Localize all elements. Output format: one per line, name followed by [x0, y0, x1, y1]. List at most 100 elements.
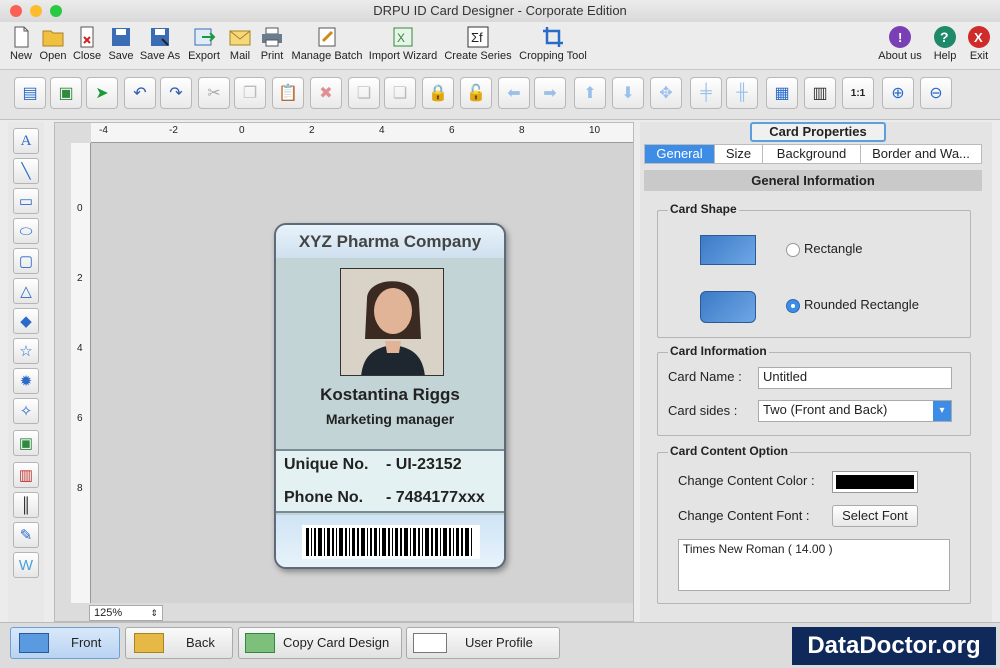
card-sides-select[interactable]: Two (Front and Back) ▾ — [758, 400, 952, 422]
bring-front-button[interactable]: ❏ — [348, 77, 380, 109]
grid-icon: ▦ — [774, 85, 790, 102]
triangle-tool[interactable]: △ — [13, 278, 39, 304]
diamond-tool[interactable]: ◆ — [13, 308, 39, 334]
properties-button[interactable]: ▤ — [14, 77, 46, 109]
star-tool[interactable]: ☆ — [13, 338, 39, 364]
section-heading: General Information — [644, 170, 982, 191]
save-button[interactable]: Save — [106, 22, 136, 70]
save-as-button[interactable]: Save As — [138, 22, 182, 70]
tab-general[interactable]: General — [645, 145, 715, 163]
barcode-tool[interactable]: ║ — [13, 492, 39, 518]
export-button[interactable]: Export — [186, 22, 222, 70]
tab-border[interactable]: Border and Wa... — [861, 145, 981, 163]
import-wizard-button[interactable]: X Import Wizard — [368, 22, 438, 70]
align-horizontal-button[interactable]: ╪ — [690, 77, 722, 109]
panel-title: Card Properties — [750, 122, 886, 142]
employee-name[interactable]: Kostantina Riggs — [276, 385, 504, 405]
mail-button[interactable]: Mail — [226, 22, 254, 70]
help-button[interactable]: ? Help — [930, 22, 960, 70]
close-window-button[interactable] — [10, 5, 22, 17]
tab-size[interactable]: Size — [715, 145, 763, 163]
front-card-icon — [19, 633, 49, 653]
employee-title[interactable]: Marketing manager — [276, 411, 504, 427]
four-point-star-tool[interactable]: ✧ — [13, 398, 39, 424]
paste-button[interactable]: 📋 — [272, 77, 304, 109]
move-down-button[interactable]: ⬇ — [612, 77, 644, 109]
cropping-tool-button[interactable]: Cropping Tool — [516, 22, 590, 70]
mail-icon — [229, 30, 251, 46]
radio-rounded-rectangle[interactable] — [786, 298, 800, 313]
about-us-button[interactable]: ! About us — [874, 22, 926, 70]
back-button[interactable]: Back — [125, 627, 233, 659]
new-button[interactable]: New — [6, 22, 36, 70]
ruler-v-label: 8 — [77, 483, 83, 494]
exit-button[interactable]: X Exit — [964, 22, 994, 70]
open-button[interactable]: Open — [38, 22, 68, 70]
cut-button[interactable]: ✂ — [198, 77, 230, 109]
close-button[interactable]: Close — [72, 22, 102, 70]
content-color-swatch[interactable] — [832, 471, 918, 493]
card-information-group: Card Information Card Name : Untitled Ca… — [657, 344, 971, 436]
lock-button[interactable]: 🔒 — [422, 77, 454, 109]
card-name-input[interactable]: Untitled — [758, 367, 952, 389]
line-tool[interactable]: ╲ — [13, 158, 39, 184]
ruler-button[interactable]: ▥ — [804, 77, 836, 109]
unlock-button[interactable]: 🔓 — [460, 77, 492, 109]
manage-batch-button[interactable]: Manage Batch — [290, 22, 364, 70]
image-button[interactable]: ▣ — [50, 77, 82, 109]
company-name[interactable]: XYZ Pharma Company — [276, 225, 504, 258]
main-toolbar: New Open Close Save Save As Export Mail … — [0, 22, 1000, 70]
send-back-button[interactable]: ❏ — [384, 77, 416, 109]
rounded-rectangle-option[interactable]: Rounded Rectangle — [786, 297, 919, 313]
copy-card-design-button[interactable]: Copy Card Design — [238, 627, 402, 659]
redo-button[interactable]: ↷ — [160, 77, 192, 109]
print-button[interactable]: Print — [258, 22, 286, 70]
id-card[interactable]: XYZ Pharma Company Kostantina Riggs Mark… — [274, 223, 506, 569]
content-color-label: Change Content Color : — [678, 473, 815, 488]
watermark-tool[interactable]: W — [13, 552, 39, 578]
select-font-button[interactable]: Select Font — [832, 505, 918, 527]
undo-button[interactable]: ↶ — [124, 77, 156, 109]
drawing-tools: A ╲ ▭ ⬭ ▢ △ ◆ ☆ ✹ ✧ ▣ ▥ ║ ✎ W — [8, 122, 44, 622]
font-display-box[interactable]: Times New Roman ( 14.00 ) — [678, 539, 950, 591]
tab-background[interactable]: Background — [763, 145, 861, 163]
zoom-select[interactable]: 125% ⇕ — [89, 605, 163, 621]
actual-size-button[interactable]: 1:1 — [842, 77, 874, 109]
export-card-button[interactable]: ➤ — [86, 77, 118, 109]
move-right-button[interactable]: ➡ — [534, 77, 566, 109]
signature-tool[interactable]: ✎ — [13, 522, 39, 548]
align-vertical-button[interactable]: ╫ — [726, 77, 758, 109]
barcode[interactable] — [302, 525, 480, 559]
unique-value[interactable]: - UI-23152 — [386, 456, 462, 474]
rectangle-tool[interactable]: ▭ — [13, 188, 39, 214]
ellipse-tool[interactable]: ⬭ — [13, 218, 39, 244]
image-tool[interactable]: ▣ — [13, 430, 39, 456]
delete-button[interactable]: ✖ — [310, 77, 342, 109]
burst-tool[interactable]: ✹ — [13, 368, 39, 394]
center-button[interactable]: ✥ — [650, 77, 682, 109]
rectangle-option[interactable]: Rectangle — [786, 241, 863, 257]
grid-button[interactable]: ▦ — [766, 77, 798, 109]
employee-photo[interactable] — [340, 268, 444, 376]
phone-value[interactable]: - 7484177xxx — [386, 489, 485, 507]
radio-rectangle[interactable] — [786, 242, 800, 257]
phone-label[interactable]: Phone No. — [284, 489, 363, 507]
arrow-right-icon: ➡ — [543, 85, 557, 102]
text-tool[interactable]: A — [13, 128, 39, 154]
zoom-window-button[interactable] — [50, 5, 62, 17]
arrow-up-icon: ⬆ — [583, 85, 597, 102]
library-tool[interactable]: ▥ — [13, 462, 39, 488]
rounded-rectangle-tool[interactable]: ▢ — [13, 248, 39, 274]
ruler-h-label: 6 — [449, 125, 455, 136]
user-profile-button[interactable]: User Profile — [406, 627, 560, 659]
zoom-in-button[interactable]: ⊕ — [882, 77, 914, 109]
copy-button[interactable]: ❐ — [234, 77, 266, 109]
zoom-out-button[interactable]: ⊖ — [920, 77, 952, 109]
unique-label[interactable]: Unique No. — [284, 456, 368, 474]
minimize-window-button[interactable] — [30, 5, 42, 17]
move-up-button[interactable]: ⬆ — [574, 77, 606, 109]
create-series-button[interactable]: Σf Create Series — [444, 22, 512, 70]
arrow-down-icon: ⬇ — [621, 85, 635, 102]
front-button[interactable]: Front — [10, 627, 120, 659]
move-left-button[interactable]: ⬅ — [498, 77, 530, 109]
